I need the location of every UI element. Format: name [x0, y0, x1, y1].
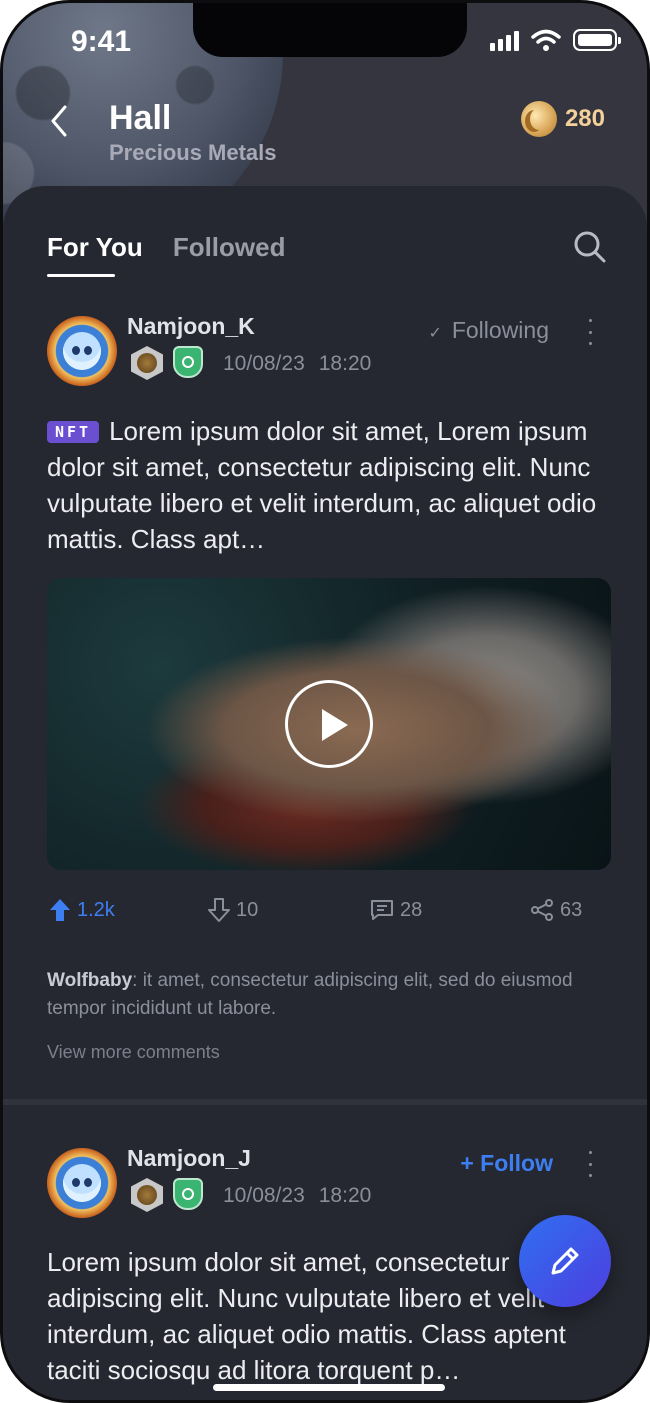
upvote-button[interactable]: 1.2k	[49, 898, 115, 922]
play-icon[interactable]	[285, 680, 373, 768]
upvote-icon	[50, 899, 70, 921]
avatar[interactable]	[47, 316, 117, 386]
following-label: Following	[451, 317, 549, 343]
comment-button[interactable]: 28	[370, 898, 422, 922]
coin-icon	[520, 101, 557, 137]
post-username[interactable]: Namjoon_J	[127, 1145, 251, 1172]
feed-tabs: For You Followed	[47, 232, 285, 277]
status-icons	[490, 29, 621, 51]
share-button[interactable]: 63	[530, 898, 582, 922]
post-date: 10/08/23	[223, 1184, 305, 1207]
downvote-icon	[208, 898, 230, 922]
following-button[interactable]: ✓ Following	[428, 317, 549, 344]
search-icon[interactable]	[573, 230, 607, 264]
follow-button[interactable]: + Follow	[460, 1150, 553, 1177]
post-divider	[3, 1099, 647, 1105]
user-badges	[131, 346, 203, 380]
coin-balance[interactable]: 280	[520, 101, 605, 137]
upvote-count: 1.2k	[77, 898, 115, 921]
phone-screen: 9:41 Hall Precious Metals 280 For You Fo…	[0, 0, 650, 1403]
post-timestamp: 10/08/23 18:20	[223, 1184, 371, 1208]
downvote-button[interactable]: 10	[208, 898, 258, 922]
wifi-icon	[531, 29, 561, 51]
coin-count: 280	[564, 105, 605, 132]
green-shield-badge-icon	[173, 1178, 203, 1210]
page-title: Hall	[109, 99, 172, 137]
comment-count: 28	[400, 898, 423, 921]
home-indicator[interactable]	[213, 1384, 445, 1391]
device-notch	[193, 3, 467, 57]
green-shield-badge-icon	[173, 346, 203, 378]
view-more-comments-link[interactable]: View more comments	[47, 1042, 220, 1063]
back-arrow-icon[interactable]	[43, 101, 77, 141]
user-badges	[131, 1178, 203, 1212]
battery-icon	[573, 29, 621, 51]
comment-author[interactable]: Wolfbaby	[47, 970, 132, 991]
post-video[interactable]	[47, 578, 611, 870]
avatar[interactable]	[47, 1148, 117, 1218]
post-date: 10/08/23	[223, 352, 305, 375]
downvote-count: 10	[236, 898, 259, 921]
edit-pencil-icon	[551, 1247, 579, 1275]
bronze-medal-badge-icon	[131, 346, 163, 380]
share-count: 63	[560, 898, 583, 921]
cellular-signal-icon	[490, 29, 519, 51]
tab-followed[interactable]: Followed	[173, 232, 286, 277]
comment-icon	[371, 900, 393, 920]
post-timestamp: 10/08/23 18:20	[223, 352, 371, 376]
more-vertical-icon[interactable]	[585, 1151, 595, 1177]
share-icon	[531, 899, 553, 921]
more-vertical-icon[interactable]	[585, 319, 595, 345]
status-time: 9:41	[71, 25, 132, 58]
post-time: 18:20	[318, 352, 372, 375]
compose-post-button[interactable]	[519, 1215, 611, 1307]
top-comment[interactable]: Wolfbaby: it amet, consectetur adipiscin…	[47, 967, 607, 1023]
post-text: Lorem ipsum dolor sit amet, Lorem ipsum …	[47, 416, 597, 554]
nft-tag: NFT	[47, 421, 100, 443]
post-body[interactable]: NFT Lorem ipsum dolor sit amet, Lorem ips…	[47, 413, 617, 557]
post-username[interactable]: Namjoon_K	[127, 313, 255, 340]
check-icon: ✓	[428, 325, 442, 342]
post-actions: 1.2k 10 28 63	[3, 898, 647, 928]
tab-for-you[interactable]: For You	[47, 232, 143, 277]
post-time: 18:20	[318, 1184, 372, 1207]
page-subtitle: Precious Metals	[109, 140, 277, 165]
bronze-medal-badge-icon	[131, 1178, 163, 1212]
